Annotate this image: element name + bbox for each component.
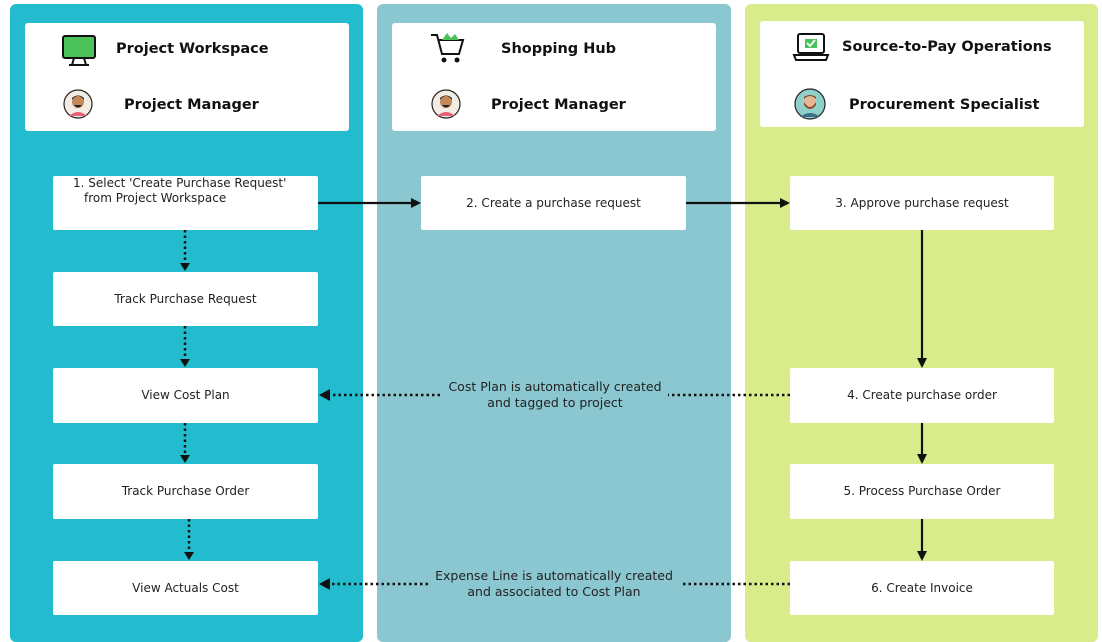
- step-create-purchase-request: 2. Create a purchase request: [421, 176, 686, 230]
- note-cost-plan: Cost Plan is automatically created and t…: [444, 379, 666, 412]
- step-label: 6. Create Invoice: [871, 580, 973, 595]
- step-label: View Cost Plan: [141, 388, 230, 402]
- step-process-purchase-order: 5. Process Purchase Order: [790, 464, 1054, 519]
- step-label: 1. Select 'Create Purchase Request': [73, 176, 287, 190]
- step-label: View Actuals Cost: [132, 580, 239, 595]
- shopping-cart-icon: [428, 30, 466, 70]
- lane-role-title: Project Manager: [124, 97, 259, 113]
- step-label: 4. Create purchase order: [847, 388, 997, 402]
- lane-system-title: Project Workspace: [116, 41, 269, 57]
- step-select-create-purchase-request: 1. Select 'Create Purchase Request' from…: [53, 176, 318, 230]
- step-approve-purchase-request: 3. Approve purchase request: [790, 176, 1054, 230]
- step-label: Track Purchase Order: [121, 484, 250, 498]
- step-label: from Project Workspace: [84, 191, 227, 205]
- lane-system-title: Shopping Hub: [501, 41, 617, 57]
- lane-header-project-workspace: Project Workspace Project Manager: [25, 23, 349, 131]
- lane-header-shopping-hub: Shopping Hub Project Manager: [392, 23, 716, 131]
- monitor-icon: [61, 33, 97, 73]
- note-line: Cost Plan is automatically created: [448, 379, 662, 394]
- note-expense-line: Expense Line is automatically created an…: [430, 568, 678, 601]
- step-label: 5. Process Purchase Order: [843, 484, 1001, 498]
- person-avatar-icon: [63, 89, 93, 123]
- step-label: Track Purchase Request: [114, 291, 257, 306]
- note-line: Expense Line is automatically created: [435, 568, 673, 583]
- step-label: 2. Create a purchase request: [466, 195, 641, 210]
- step-track-purchase-order: Track Purchase Order: [53, 464, 318, 519]
- lane-role-title: Procurement Specialist: [849, 97, 1040, 113]
- laptop-check-icon: [792, 30, 830, 68]
- step-create-invoice: 6. Create Invoice: [790, 561, 1054, 615]
- step-view-cost-plan: View Cost Plan: [53, 368, 318, 423]
- step-label: 3. Approve purchase request: [835, 195, 1009, 210]
- step-create-purchase-order: 4. Create purchase order: [790, 368, 1054, 423]
- lane-system-title: Source-to-Pay Operations: [842, 39, 1052, 55]
- lane-role-title: Project Manager: [491, 97, 626, 113]
- person-avatar-icon: [431, 89, 461, 123]
- step-track-purchase-request: Track Purchase Request: [53, 272, 318, 326]
- note-line: and associated to Cost Plan: [467, 584, 641, 600]
- bearded-person-avatar-icon: [794, 88, 826, 124]
- lane-header-source-to-pay: Source-to-Pay Operations Procurement Spe…: [760, 21, 1084, 127]
- step-view-actuals-cost: View Actuals Cost: [53, 561, 318, 615]
- note-line: and tagged to project: [487, 395, 623, 411]
